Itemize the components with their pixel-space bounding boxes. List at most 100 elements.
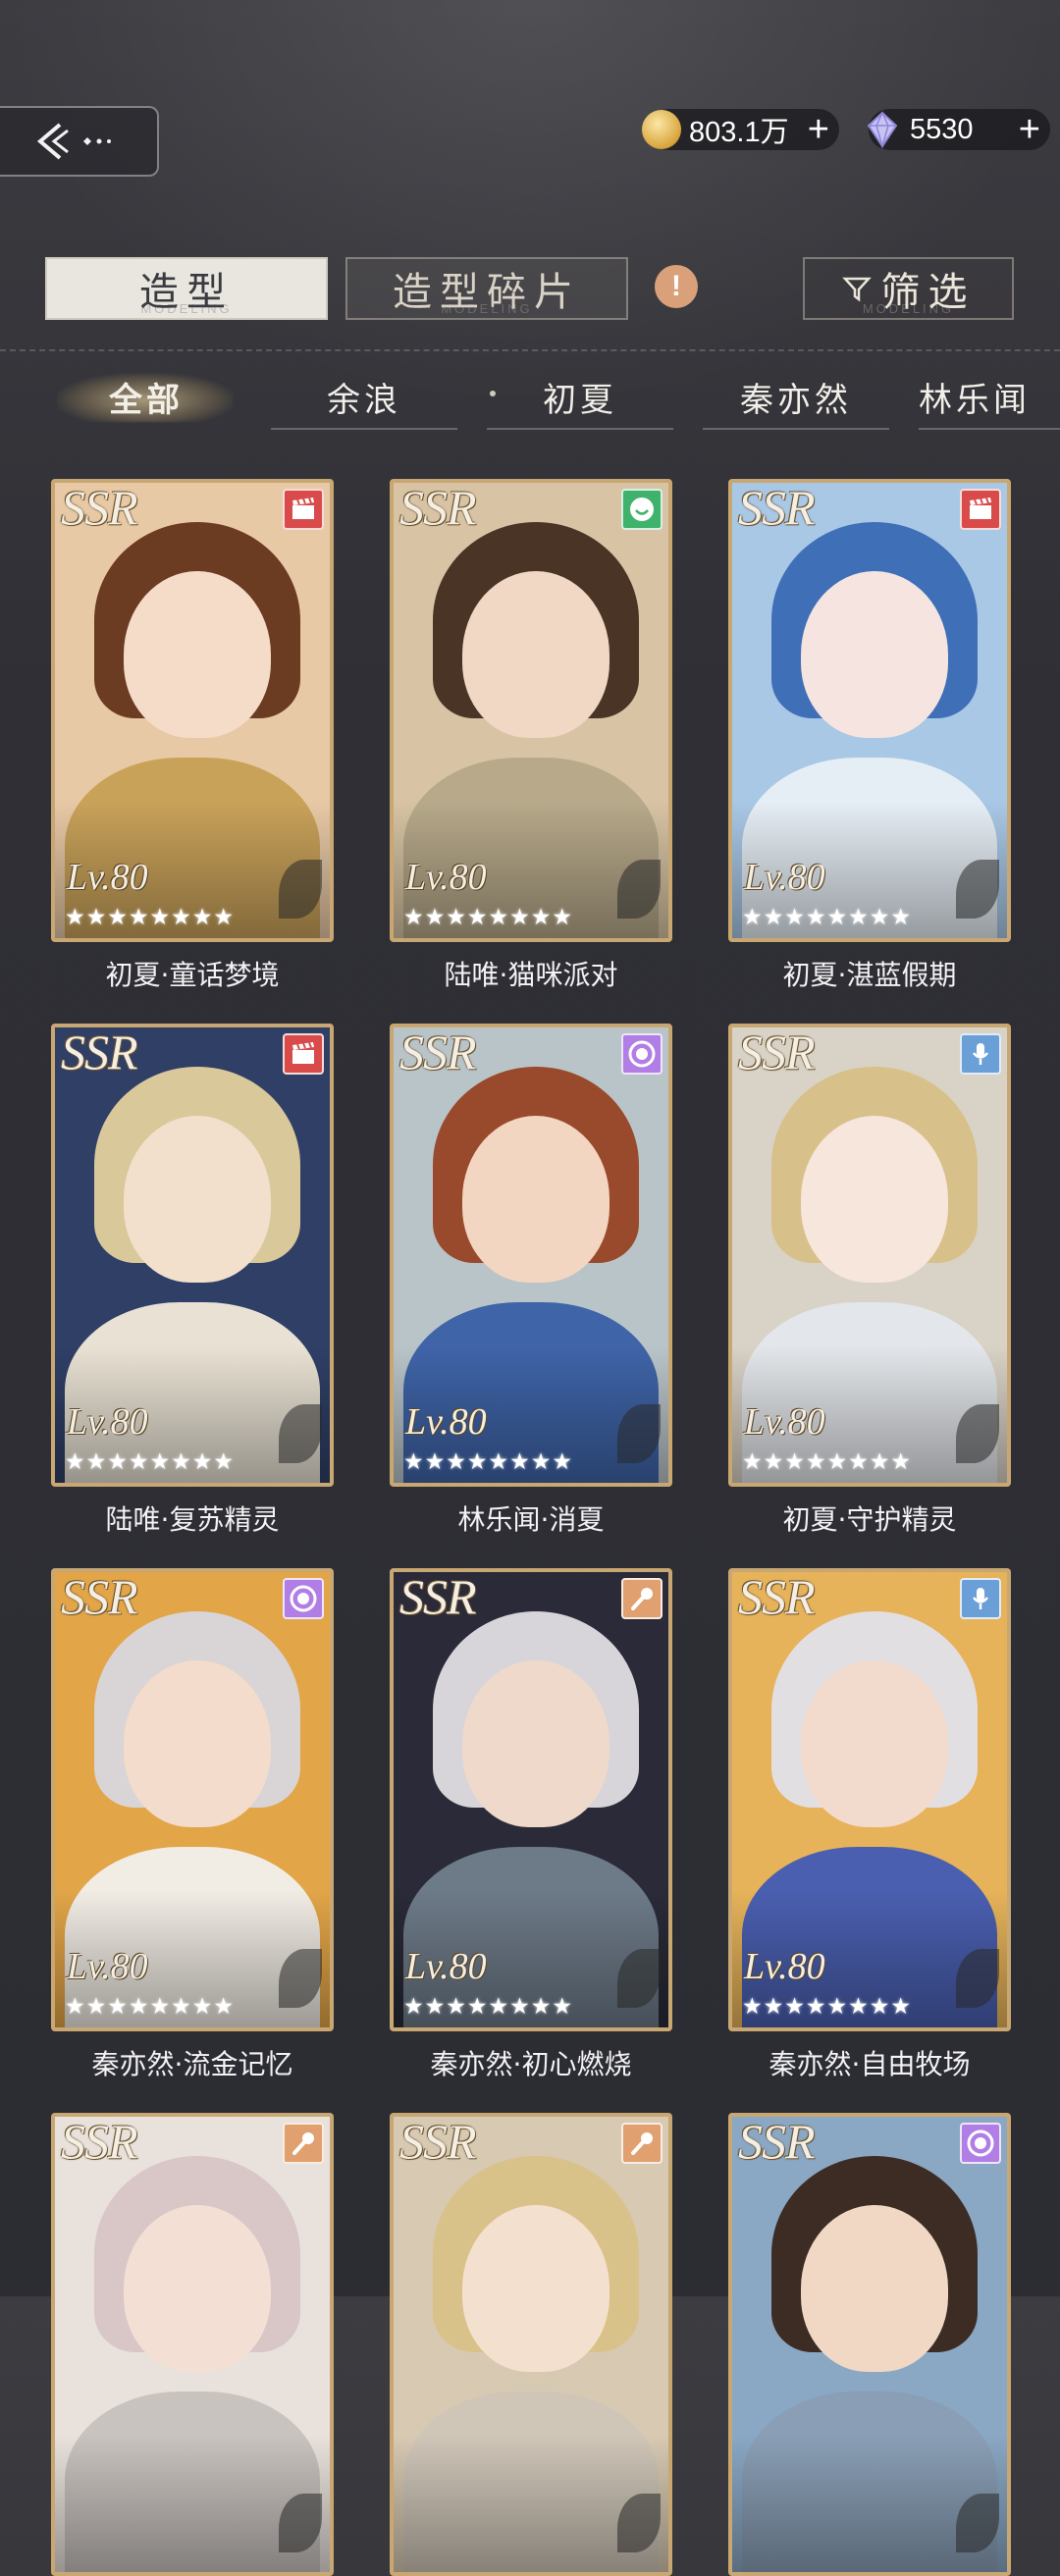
rarity-label: SSR [738, 2114, 816, 2169]
character-tab-label: 秦亦然 [740, 380, 852, 420]
add-gold-button[interactable]: + [808, 111, 829, 148]
character-tab-label: 林乐闻 [919, 380, 1031, 420]
diamond-icon [863, 110, 902, 149]
costume-card[interactable]: SSR Lv.80 ★★★★★★★★ [51, 1024, 334, 1487]
gold-amount: 803.1万 [689, 117, 789, 148]
costume-name: 初夏·湛蓝假期 [782, 959, 957, 991]
gem-currency: 5530 + [867, 109, 1050, 150]
costume-card[interactable]: SSR Lv.80 ★★★★★★★★ [51, 1568, 334, 2031]
character-tab-label: 余浪 [327, 380, 401, 420]
portrait-face [462, 2205, 610, 2372]
filter-button[interactable]: 筛选 MODELING [803, 257, 1014, 320]
star-rating: ★★★★★★★★ [742, 1994, 912, 2020]
character-tab-linlewen[interactable]: 林乐闻 [919, 371, 1060, 430]
costume-name: 陆唯·复苏精灵 [105, 1503, 280, 1536]
mic-blue-icon [960, 1033, 1001, 1075]
rarity-label: SSR [738, 480, 816, 535]
level-label: Lv.80 [67, 1401, 148, 1443]
costume-card[interactable]: SSR Lv.80 ★★★★★★★★ [728, 479, 1011, 942]
star-rating: ★★★★★★★★ [742, 905, 912, 930]
costume-card[interactable]: SSR Lv.80 ★★★★★★★★ [390, 1568, 672, 2031]
character-tab-label: 初夏 [543, 380, 617, 420]
add-gem-button[interactable]: + [1019, 111, 1040, 148]
video-icon [283, 489, 324, 530]
tab-costume-fragments[interactable]: 造型碎片 MODELING [345, 257, 628, 320]
costume-name: 秦亦然·自由牧场 [768, 2048, 971, 2080]
mic-icon [621, 1578, 662, 1619]
costume-card[interactable]: SSR [51, 2113, 334, 2576]
star-rating: ★★★★★★★★ [65, 1449, 235, 1475]
portrait-face [462, 1116, 610, 1283]
level-label: Lv.80 [744, 1946, 825, 1987]
alert-icon[interactable]: ! [655, 265, 698, 308]
portrait-face [462, 1660, 610, 1827]
costume-card[interactable]: SSR [390, 2113, 672, 2576]
costume-card[interactable]: SSR [728, 2113, 1011, 2576]
rarity-label: SSR [61, 480, 138, 535]
gold-coin-icon [642, 110, 681, 149]
costume-name: 秦亦然·流金记忆 [91, 2048, 293, 2080]
star-rating: ★★★★★★★★ [403, 1994, 573, 2020]
tab-costume-sub: MODELING [140, 301, 233, 316]
costume-name: 陆唯·猫咪派对 [444, 959, 618, 991]
rarity-label: SSR [61, 2114, 138, 2169]
tab-underline [271, 428, 457, 430]
mic-icon [283, 2123, 324, 2164]
level-label: Lv.80 [405, 1401, 487, 1443]
voice-icon [283, 1578, 324, 1619]
character-tab-label: 全部 [109, 380, 184, 420]
tab-costume[interactable]: 造型 MODELING [45, 257, 328, 320]
portrait-face [462, 571, 610, 738]
star-rating: ★★★★★★★★ [403, 905, 573, 930]
star-rating: ★★★★★★★★ [65, 1994, 235, 2020]
star-rating: ★★★★★★★★ [65, 905, 235, 930]
costume-name: 林乐闻·消夏 [457, 1503, 605, 1536]
costume-card[interactable]: SSR Lv.80 ★★★★★★★★ [728, 1024, 1011, 1487]
smile-icon [621, 489, 662, 530]
portrait-face [124, 1116, 271, 1283]
level-label: Lv.80 [744, 857, 825, 898]
star-rating: ★★★★★★★★ [742, 1449, 912, 1475]
level-label: Lv.80 [67, 1946, 148, 1987]
rarity-label: SSR [61, 1569, 138, 1624]
rarity-label: SSR [399, 1569, 477, 1624]
rarity-label: SSR [61, 1025, 138, 1079]
level-label: Lv.80 [405, 1946, 487, 1987]
costume-name: 秦亦然·初心燃烧 [430, 2048, 632, 2080]
gold-currency: 803.1万 + [642, 109, 839, 150]
character-tab-all[interactable]: 全部 [57, 371, 234, 422]
rarity-label: SSR [738, 1569, 816, 1624]
video-icon [283, 1033, 324, 1075]
portrait-face [124, 2205, 271, 2372]
costume-card[interactable]: SSR Lv.80 ★★★★★★★★ [728, 1568, 1011, 2031]
back-button[interactable] [0, 106, 159, 177]
character-tab-chuxia[interactable]: 初夏 [487, 371, 673, 430]
tab-fragments-sub: MODELING [441, 301, 533, 316]
video-icon [960, 489, 1001, 530]
level-label: Lv.80 [67, 857, 148, 898]
star-rating: ★★★★★★★★ [403, 1449, 573, 1475]
portrait-face [124, 1660, 271, 1827]
portrait-face [801, 571, 948, 738]
rarity-label: SSR [399, 480, 477, 535]
costume-card[interactable]: SSR Lv.80 ★★★★★★★★ [390, 479, 672, 942]
tab-underline [703, 428, 889, 430]
tab-underline [487, 428, 673, 430]
costume-card[interactable]: SSR Lv.80 ★★★★★★★★ [390, 1024, 672, 1487]
back-arrow-icon [36, 123, 111, 160]
costume-name: 初夏·守护精灵 [782, 1503, 957, 1536]
portrait-face [801, 1660, 948, 1827]
portrait-face [124, 571, 271, 738]
divider [0, 349, 1060, 351]
character-tab-yulang[interactable]: 余浪 [271, 371, 457, 430]
filter-sub: MODELING [862, 301, 955, 316]
portrait-face [801, 2205, 948, 2372]
rarity-label: SSR [399, 1025, 477, 1079]
mic-blue-icon [960, 1578, 1001, 1619]
level-label: Lv.80 [405, 857, 487, 898]
character-tab-qinyiran[interactable]: 秦亦然 [703, 371, 889, 430]
filter-icon [841, 277, 872, 302]
portrait-face [801, 1116, 948, 1283]
level-label: Lv.80 [744, 1401, 825, 1443]
costume-card[interactable]: SSR Lv.80 ★★★★★★★★ [51, 479, 334, 942]
